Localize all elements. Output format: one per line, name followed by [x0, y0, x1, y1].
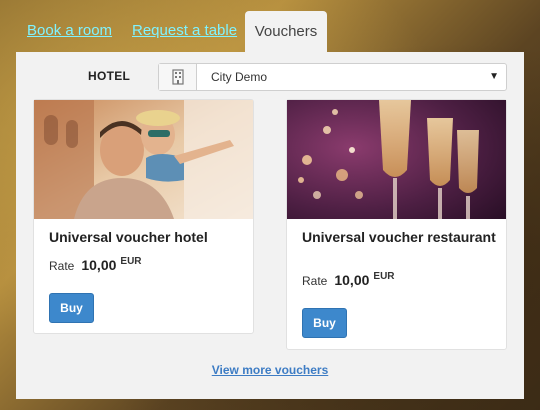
voucher-card: Universal voucher hotel Rate 10,00 EUR Buy: [33, 99, 254, 334]
rate-label: Rate: [302, 274, 328, 288]
hotel-select[interactable]: City Demo ▼: [158, 63, 507, 91]
buy-button[interactable]: Buy: [302, 308, 347, 338]
tab-request-a-table[interactable]: Request a table: [132, 22, 237, 39]
hotel-filter-label: HOTEL: [88, 69, 131, 83]
voucher-card: Universal voucher restaurant Rate 10,00 EU…: [286, 99, 507, 350]
vouchers-panel: HOTEL City Demo ▼ Universal voucher hote…: [16, 52, 524, 399]
voucher-rate: Rate 10,00 EUR: [302, 271, 395, 288]
voucher-title: Universal voucher restaurant: [302, 229, 496, 245]
voucher-image-champagne: [287, 100, 506, 219]
buy-button[interactable]: Buy: [49, 293, 94, 323]
hotel-select-value: City Demo: [211, 70, 268, 84]
voucher-title: Universal voucher hotel: [49, 229, 208, 245]
tab-vouchers[interactable]: Vouchers: [245, 11, 327, 53]
rate-amount: 10,00: [81, 257, 117, 273]
chevron-down-icon: ▼: [489, 71, 499, 82]
tab-bar: Book a room Request a table Vouchers: [0, 0, 540, 53]
voucher-rate: Rate 10,00 EUR: [49, 256, 142, 273]
rate-amount: 10,00: [334, 272, 370, 288]
rate-label: Rate: [49, 259, 75, 273]
rate-currency: EUR: [120, 256, 142, 267]
voucher-image-couple: [34, 100, 253, 219]
view-more-vouchers-link[interactable]: View more vouchers: [16, 363, 524, 377]
rate-currency: EUR: [373, 271, 395, 282]
building-icon: [159, 64, 197, 90]
tab-book-a-room[interactable]: Book a room: [27, 22, 112, 39]
